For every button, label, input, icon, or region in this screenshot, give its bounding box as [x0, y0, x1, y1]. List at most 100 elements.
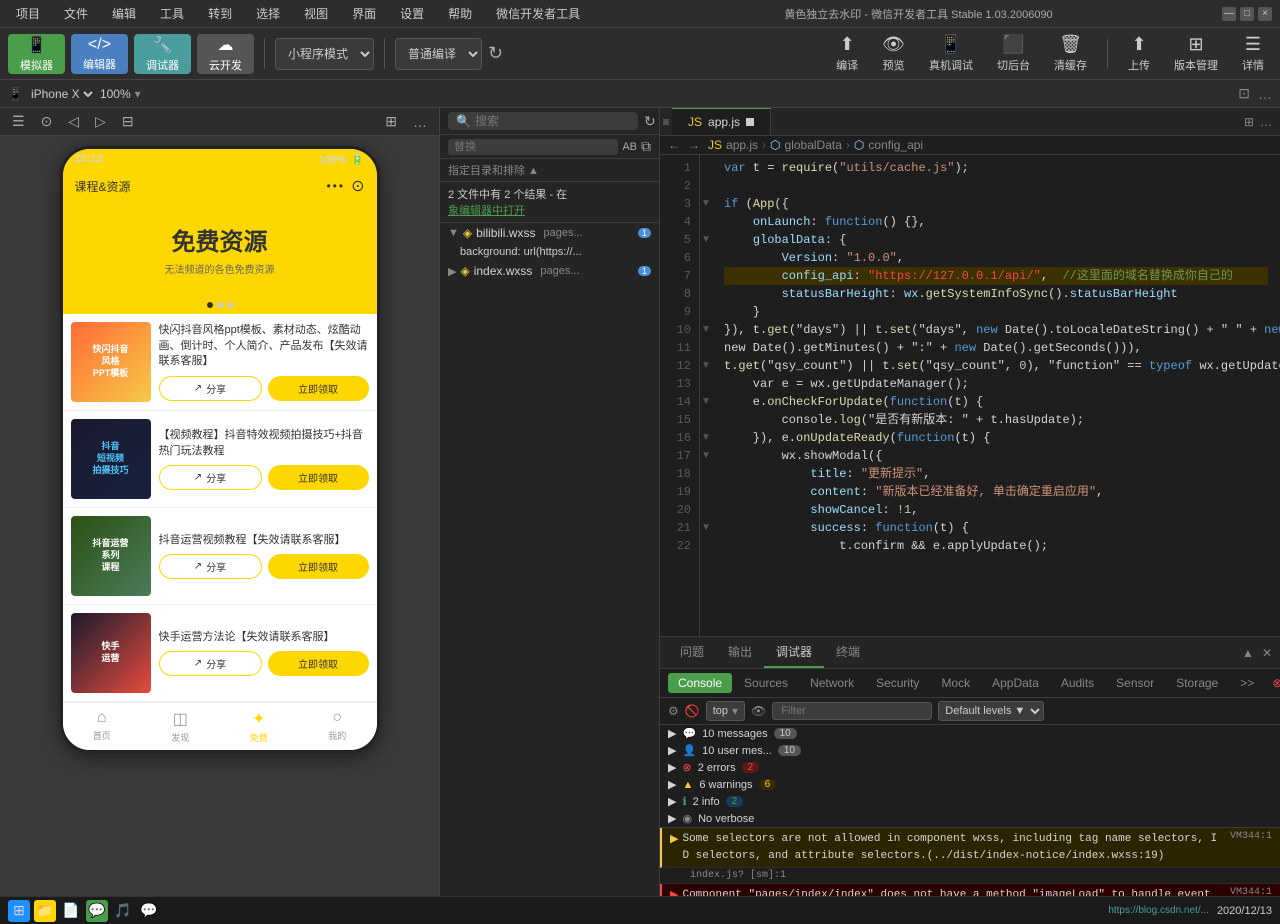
cloud-button[interactable]: ☁ 云开发: [197, 34, 254, 74]
sim-back-icon[interactable]: ◁: [64, 113, 83, 130]
sim-home-icon[interactable]: ⊙: [37, 113, 57, 130]
sim-rotate-icon[interactable]: ⊟: [118, 113, 138, 130]
code-editor[interactable]: 12345 678910 1112131415 1617181920 2122 …: [660, 155, 1280, 636]
tab-output[interactable]: 输出: [716, 637, 764, 668]
phone-record-icon[interactable]: ⊙: [351, 176, 364, 196]
menu-tools[interactable]: 工具: [152, 5, 192, 22]
simulator-button[interactable]: 📱 模拟器: [8, 34, 65, 74]
console-tab-mock[interactable]: Mock: [931, 673, 980, 693]
share-button-0[interactable]: ↗ 分享: [159, 376, 262, 401]
search-bar[interactable]: 🔍: [448, 112, 638, 130]
tree-item-index-wxss[interactable]: ▶ ◈ index.wxss pages... 1: [440, 261, 659, 281]
refresh-icon[interactable]: ↻: [644, 113, 656, 130]
taskbar-chat-icon[interactable]: 💬: [138, 900, 160, 922]
console-tab-console[interactable]: Console: [668, 673, 732, 693]
phone-nav-home[interactable]: ⌂ 首页: [63, 703, 142, 750]
tab-issue[interactable]: 问题: [668, 637, 716, 668]
console-tab-storage[interactable]: Storage: [1166, 673, 1228, 693]
taskbar-notepad-icon[interactable]: 📄: [60, 900, 82, 922]
editor-tab-app-js[interactable]: JS app.js: [672, 108, 771, 135]
debugger-button[interactable]: 🔧 调试器: [134, 34, 191, 74]
search-input[interactable]: [475, 114, 630, 128]
msg-group-info[interactable]: ▶ ℹ 2 info 2: [660, 793, 1280, 810]
more-tabs-icon[interactable]: …: [1260, 115, 1272, 129]
taskbar-windows-icon[interactable]: ⊞: [8, 900, 30, 922]
top-selector[interactable]: top ▾: [706, 701, 745, 721]
phone-nav-mine[interactable]: ○ 我的: [298, 703, 377, 750]
compile-select[interactable]: 普通编译: [395, 38, 482, 70]
get-button-2[interactable]: 立即领取: [268, 554, 369, 579]
phone-nav-free[interactable]: ✦ 免费: [220, 703, 299, 750]
console-msg-1[interactable]: ▶ Component "pages/index/index" does not…: [660, 884, 1280, 896]
menu-file[interactable]: 文件: [56, 5, 96, 22]
get-button-1[interactable]: 立即领取: [268, 465, 369, 490]
real-device-button[interactable]: 📱 真机调试: [921, 32, 981, 75]
details-button[interactable]: ☰ 详情: [1234, 32, 1272, 75]
msg-group-user[interactable]: ▶ 👤 10 user mes... 10: [660, 742, 1280, 759]
sim-menu-icon[interactable]: ☰: [8, 113, 29, 130]
preview-button[interactable]: ⬆ 编译: [828, 32, 866, 75]
sim-split-icon[interactable]: ⊞: [381, 113, 401, 130]
nav-back-icon[interactable]: ←: [668, 138, 680, 152]
refresh-button[interactable]: ↻: [488, 43, 503, 64]
msg-group-all[interactable]: ▶ 💬 10 messages 10: [660, 725, 1280, 742]
menu-edit[interactable]: 编辑: [104, 5, 144, 22]
tree-item-bilibili-match[interactable]: background: url(https://...: [440, 243, 659, 261]
minimize-button[interactable]: —: [1222, 7, 1236, 21]
console-tab-appdata[interactable]: AppData: [982, 673, 1049, 693]
more-icon[interactable]: …: [1258, 86, 1272, 102]
window-controls[interactable]: — □ ×: [1222, 7, 1272, 21]
close-button[interactable]: ×: [1258, 7, 1272, 21]
expand-panel-icon[interactable]: ▲: [1242, 646, 1254, 660]
menu-view[interactable]: 视图: [296, 5, 336, 22]
msg-group-errors[interactable]: ▶ ⊗ 2 errors 2: [660, 759, 1280, 776]
console-clear-icon[interactable]: 🚫: [685, 704, 700, 718]
replace-ab-button[interactable]: AB: [622, 141, 637, 153]
menu-select[interactable]: 选择: [248, 5, 288, 22]
maximize-button[interactable]: □: [1240, 7, 1254, 21]
menu-goto[interactable]: 转到: [200, 5, 240, 22]
nav-forward-icon[interactable]: →: [688, 138, 700, 152]
console-msg-0[interactable]: ▶ Some selectors are not allowed in comp…: [660, 828, 1280, 868]
phone-nav-discover[interactable]: ◫ 发现: [141, 703, 220, 750]
upload-button[interactable]: ⬆ 上传: [1120, 32, 1158, 75]
share-button-2[interactable]: ↗ 分享: [159, 554, 262, 579]
gutter-toggle[interactable]: ≡: [660, 108, 672, 135]
taskbar-music-icon[interactable]: 🎵: [112, 900, 134, 922]
phone-header[interactable]: 课程&资源 ••• ⊙: [63, 170, 377, 202]
menu-interface[interactable]: 界面: [344, 5, 384, 22]
replace-input[interactable]: [448, 139, 618, 155]
taskbar-wechat-icon[interactable]: 💬: [86, 900, 108, 922]
clear-button[interactable]: 🗑 清缓存: [1046, 32, 1095, 75]
tree-item-bilibili-wxss[interactable]: ▼ ◈ bilibili.wxss pages... 1: [440, 223, 659, 243]
sim-forward-icon[interactable]: ▷: [91, 113, 110, 130]
console-content[interactable]: ▶ 💬 10 messages 10 ▶ 👤 10 user mes... 10…: [660, 725, 1280, 896]
taskbar-explorer-icon[interactable]: 📁: [34, 900, 56, 922]
zoom-dropdown-icon[interactable]: ▾: [135, 87, 141, 101]
code-editor-content[interactable]: var t = require("utils/cache.js"); if (A…: [712, 155, 1280, 636]
replace-icon[interactable]: ⧉: [641, 138, 651, 155]
share-button-1[interactable]: ↗ 分享: [159, 465, 262, 490]
console-settings-icon[interactable]: ⚙: [668, 704, 679, 718]
tab-terminal[interactable]: 终端: [824, 637, 872, 668]
console-tab-audits[interactable]: Audits: [1051, 673, 1104, 693]
menu-settings[interactable]: 设置: [392, 5, 432, 22]
preview-btn[interactable]: 👁 预览: [874, 32, 913, 75]
menu-project[interactable]: 项目: [8, 5, 48, 22]
filter-label[interactable]: 指定目录和排除 ▲: [440, 159, 659, 182]
cut-off-button[interactable]: ⬛ 切后台: [989, 32, 1038, 75]
eye-filter-icon[interactable]: 👁: [751, 704, 766, 718]
console-tab-sensor[interactable]: Sensor: [1106, 673, 1164, 693]
get-button-3[interactable]: 立即领取: [268, 651, 369, 676]
filter-input[interactable]: [772, 702, 932, 720]
msg-group-verbose[interactable]: ▶ ◉ No verbose: [660, 810, 1280, 827]
share-button-3[interactable]: ↗ 分享: [159, 651, 262, 676]
menu-help[interactable]: 帮助: [440, 5, 480, 22]
device-select[interactable]: iPhone X: [27, 86, 96, 102]
console-tab-security[interactable]: Security: [866, 673, 929, 693]
msg-group-warnings[interactable]: ▶ ▲ 6 warnings 6: [660, 776, 1280, 793]
editor-button[interactable]: </> 编辑器: [71, 34, 128, 74]
version-button[interactable]: ⊞ 版本管理: [1166, 32, 1226, 75]
layout-toggle-icon[interactable]: ⊡: [1238, 85, 1250, 102]
console-tab-network[interactable]: Network: [800, 673, 864, 693]
